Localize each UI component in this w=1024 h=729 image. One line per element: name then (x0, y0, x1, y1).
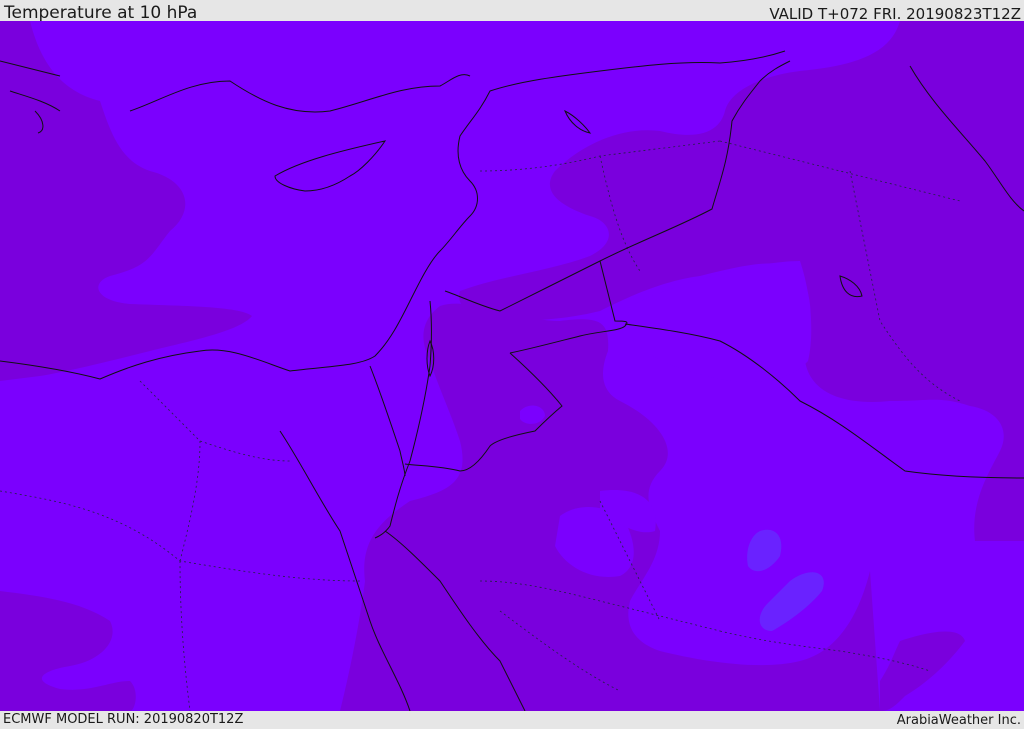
temperature-map (0, 21, 1024, 711)
map-header: Temperature at 10 hPa VALID T+072 FRI. 2… (0, 0, 1024, 23)
map-title: Temperature at 10 hPa (4, 3, 198, 23)
map-canvas (0, 21, 1024, 711)
map-footer: ECMWF MODEL RUN: 20190820T12Z ArabiaWeat… (0, 711, 1024, 729)
credit-label: ArabiaWeather Inc. (896, 713, 1021, 728)
valid-time: VALID T+072 FRI. 20190823T12Z (769, 5, 1021, 23)
model-run-label: ECMWF MODEL RUN: 20190820T12Z (3, 712, 244, 727)
